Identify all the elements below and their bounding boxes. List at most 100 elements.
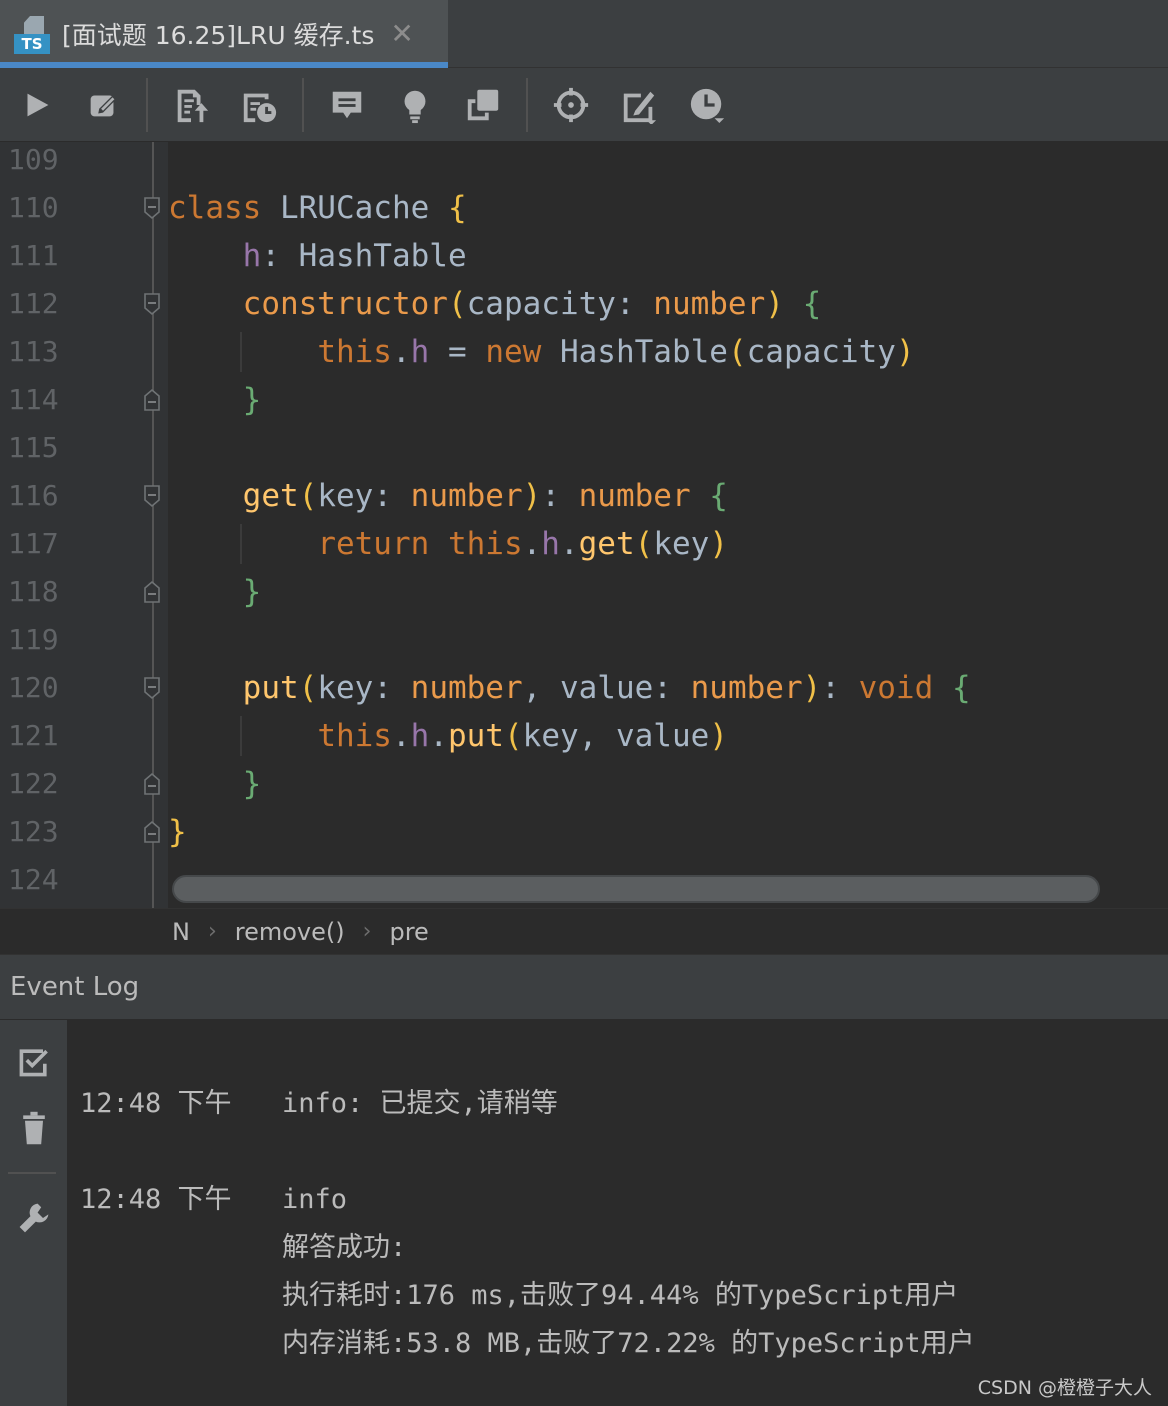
code-token: get [578, 526, 635, 562]
code-token: number [690, 670, 803, 706]
code-token: } [242, 382, 262, 418]
code-line[interactable]: h: HashTable [168, 232, 467, 280]
code-token: constructor [242, 286, 448, 322]
code-line[interactable]: } [168, 760, 262, 808]
code-token: ) [709, 718, 728, 754]
code-token: put [447, 718, 504, 754]
horizontal-scrollbar[interactable] [172, 875, 1100, 903]
code-token: key, value [522, 718, 710, 754]
line-number: 118 [8, 575, 59, 608]
wrench-icon[interactable] [12, 1196, 56, 1240]
line-number: 117 [8, 527, 59, 560]
code-token: return [317, 526, 448, 562]
code-token: : [821, 670, 859, 706]
code-line[interactable]: } [168, 376, 262, 424]
code-token: ) [895, 334, 915, 370]
code-line[interactable]: get(key: number): number { [168, 472, 728, 520]
note-icon[interactable] [616, 82, 662, 128]
event-log-header: Event Log [0, 954, 1168, 1020]
code-token: ) [709, 526, 728, 562]
code-editor[interactable]: class LRUCache { h: HashTable constructo… [0, 142, 1168, 908]
watermark: CSDN @橙橙子大人 [977, 1377, 1152, 1399]
log-timestamp: 12:48 下午 [80, 1184, 232, 1215]
history-icon[interactable] [236, 82, 282, 128]
code-token: . [391, 718, 411, 754]
editor-tab[interactable]: TS [面试题 16.25]LRU 缓存.ts ✕ [0, 0, 448, 68]
log-message: info: 已提交,请稍等 [282, 1088, 558, 1119]
code-line[interactable]: } [168, 808, 187, 856]
log-message: 执行耗时:176 ms,击败了94.44% 的TypeScript用户 [282, 1280, 959, 1311]
submit-icon[interactable] [168, 82, 214, 128]
code-token: ( [634, 526, 654, 562]
code-line[interactable]: this.h.put(key, value) [168, 712, 728, 760]
code-token: , value: [522, 670, 691, 706]
comment-icon[interactable] [324, 82, 370, 128]
code-token: ) [802, 670, 822, 706]
breadcrumb: N › remove() › pre [0, 908, 1168, 954]
locate-icon[interactable] [548, 82, 594, 128]
code-token: key: [317, 670, 411, 706]
timer-icon[interactable] [684, 82, 730, 128]
code-token: h [410, 334, 430, 370]
code-token: h [242, 238, 262, 274]
line-number: 114 [8, 383, 59, 416]
code-line[interactable]: constructor(capacity: number) { [168, 280, 822, 328]
log-message: info [282, 1184, 348, 1215]
hint-icon[interactable] [392, 82, 438, 128]
code-token: h [410, 718, 430, 754]
edit-icon[interactable] [80, 82, 126, 128]
code-token: { [709, 478, 728, 514]
trash-icon[interactable] [12, 1106, 56, 1150]
code-token: . [522, 526, 542, 562]
code-token: capacity: [466, 286, 654, 322]
code-token: this [317, 718, 392, 754]
close-icon[interactable]: ✕ [390, 20, 413, 48]
code-token: new [485, 334, 560, 370]
fold-collapse-icon[interactable] [143, 484, 161, 508]
breadcrumb-separator: › [362, 919, 372, 944]
fold-end-icon[interactable] [143, 580, 161, 604]
mark-all-read-icon[interactable] [12, 1040, 56, 1084]
code-token: { [802, 286, 822, 322]
fold-end-icon[interactable] [143, 772, 161, 796]
event-log-sidebar [0, 1020, 68, 1406]
code-token: . [429, 718, 448, 754]
log-message: 内存消耗:53.8 MB,击败了72.22% 的TypeScript用户 [282, 1328, 975, 1359]
code-token: capacity [746, 334, 896, 370]
code-token: void [858, 670, 934, 706]
code-token: this [317, 334, 392, 370]
code-token: } [242, 574, 262, 610]
fold-collapse-icon[interactable] [143, 292, 161, 316]
code-token: key [653, 526, 710, 562]
breadcrumb-separator: › [207, 919, 217, 944]
fold-collapse-icon[interactable] [143, 196, 161, 220]
code-token: { [951, 670, 971, 706]
breadcrumb-item-method[interactable]: remove() [235, 918, 345, 946]
breadcrumb-item-class[interactable]: N [172, 918, 190, 946]
fold-collapse-icon[interactable] [143, 676, 161, 700]
copy-icon[interactable] [460, 82, 506, 128]
code-token: get [242, 478, 299, 514]
code-line[interactable]: } [168, 568, 262, 616]
run-icon[interactable] [14, 82, 60, 128]
line-number: 123 [8, 815, 59, 848]
line-number: 110 [8, 191, 59, 224]
event-log-body: 12:48 下午 info: 已提交,请稍等 12:48 下午 info 解答成… [68, 1020, 1168, 1406]
fold-end-icon[interactable] [143, 820, 161, 844]
tab-title: [面试题 16.25]LRU 缓存.ts [62, 21, 375, 50]
code-line[interactable]: put(key: number, value: number): void { [168, 664, 971, 712]
breadcrumb-item-field[interactable]: pre [389, 918, 428, 946]
code-line[interactable]: return this.h.get(key) [168, 520, 728, 568]
code-line[interactable]: class LRUCache { [168, 184, 467, 232]
fold-end-icon[interactable] [143, 388, 161, 412]
code-token: : [541, 478, 579, 514]
code-line[interactable]: this.h = new HashTable(capacity) [168, 328, 915, 376]
code-token: HashTable [559, 334, 728, 370]
